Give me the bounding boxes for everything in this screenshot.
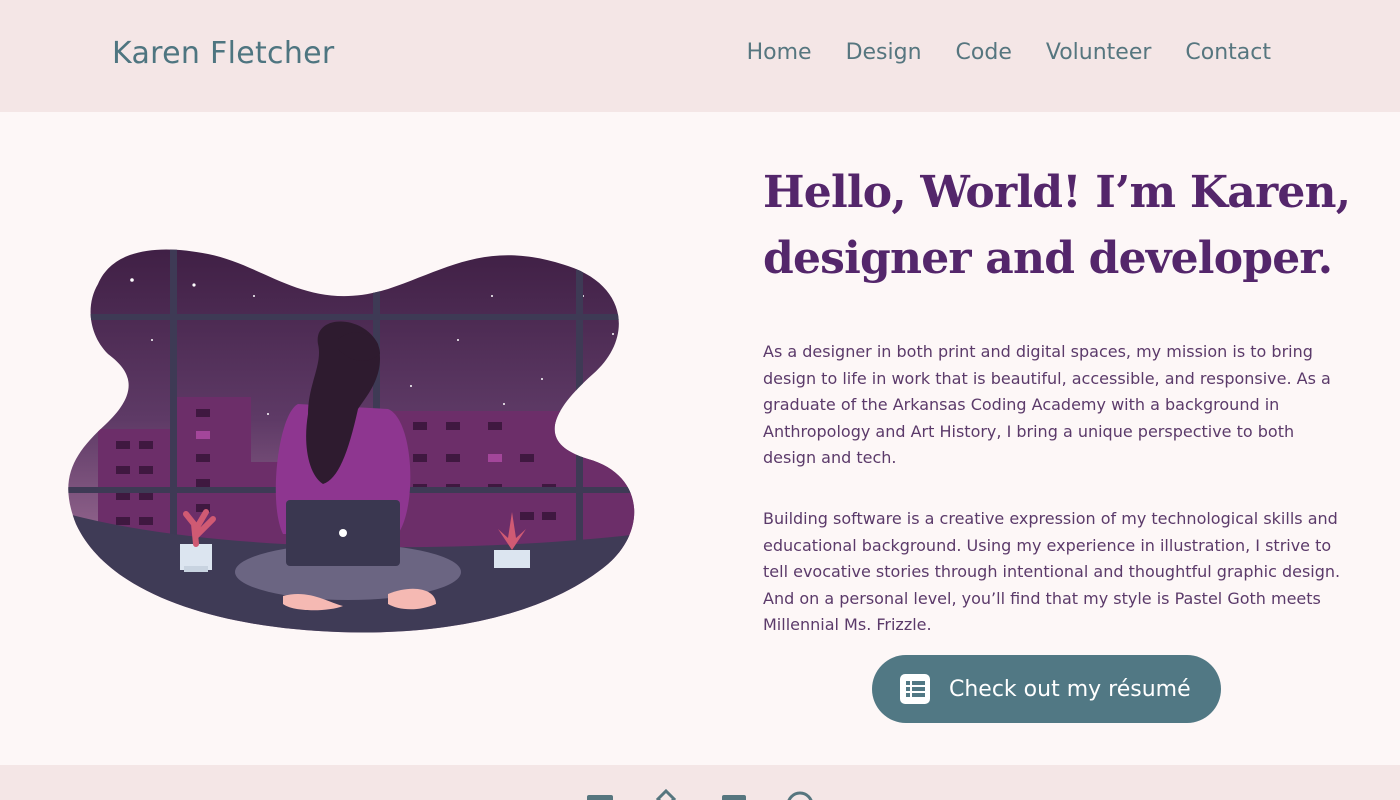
list-icon <box>900 674 930 704</box>
nav-design[interactable]: Design <box>846 40 922 65</box>
nav-home[interactable]: Home <box>747 40 812 65</box>
linkedin-icon[interactable] <box>720 789 748 800</box>
hero-title-line1: Hello, World! I’m Karen, <box>763 167 1351 218</box>
hero-title-line2: designer and developer. <box>763 233 1333 284</box>
brand-link[interactable]: Karen Fletcher <box>112 36 335 71</box>
nav-code[interactable]: Code <box>956 40 1012 65</box>
tag-icon[interactable] <box>652 789 680 800</box>
resume-button[interactable]: Check out my résumé <box>872 655 1221 723</box>
hero-title: Hello, World! I’m Karen, designer and de… <box>763 160 1363 292</box>
site-footer <box>0 765 1400 800</box>
main-nav: Home Design Code Volunteer Contact <box>713 40 1271 65</box>
nav-contact[interactable]: Contact <box>1185 40 1271 65</box>
github-icon[interactable] <box>786 789 814 800</box>
nav-volunteer[interactable]: Volunteer <box>1046 40 1152 65</box>
site-header: Karen Fletcher Home Design Code Voluntee… <box>0 0 1400 112</box>
hero-illustration <box>68 249 635 633</box>
resume-button-label: Check out my résumé <box>949 676 1191 702</box>
intro-paragraph-1: As a designer in both print and digital … <box>763 342 1331 467</box>
intro-paragraph-2: Building software is a creative expressi… <box>763 509 1341 634</box>
email-icon[interactable] <box>586 789 614 800</box>
